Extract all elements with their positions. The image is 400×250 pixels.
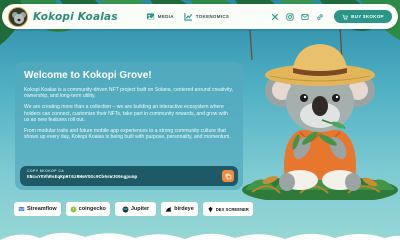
brand-name[interactable]: Kokopi Koalas: [33, 11, 118, 23]
intro-paragraph-3: From modular traits and future mobile ap…: [24, 128, 231, 141]
buy-button-label: BUY $KOKOP: [351, 14, 384, 19]
copy-button[interactable]: [222, 170, 234, 182]
partner-label: birdeye: [174, 206, 194, 212]
partner-jupiter[interactable]: Jupiter: [114, 202, 157, 216]
copy-icon: [225, 173, 231, 179]
dexscreener-icon: [208, 206, 213, 212]
welcome-card: Welcome to Kokopi Grove! Kokopi Koalas i…: [15, 62, 243, 190]
contract-address-value[interactable]: ENcwYGVhRsEqKpHt6zRHmVSGc9Cb6sWJG9ngpump: [27, 175, 231, 180]
instagram-icon[interactable]: [286, 12, 294, 21]
nav-label-media: MEDIA: [157, 14, 174, 19]
partner-label: coingecko: [78, 206, 106, 212]
koala-illustration: [242, 44, 398, 200]
coingecko-icon: [70, 205, 77, 213]
partner-dexscreener[interactable]: DEX SCREENER: [202, 202, 253, 216]
streamflow-icon: [18, 206, 25, 211]
page-title: Welcome to Kokopi Grove!: [24, 70, 152, 81]
jupiter-icon: [122, 205, 129, 213]
partner-coingecko[interactable]: coingecko: [65, 202, 110, 216]
nav-item-tokenomics[interactable]: TOKENOMICS: [184, 12, 229, 21]
buy-button[interactable]: BUY $KOKOP: [334, 10, 392, 23]
x-icon[interactable]: [271, 13, 279, 21]
partner-label: Jupiter: [130, 206, 150, 212]
contract-address-label: COPY $KOKOP CA: [27, 169, 65, 173]
bottom-clouds: [0, 232, 400, 250]
intro-paragraph-1: Kokopi Koalas is a community-driven NFT …: [24, 87, 234, 100]
contract-address-box[interactable]: COPY $KOKOP CA ENcwYGVhRsEqKpHt6zRHmVSGc…: [20, 166, 238, 186]
partner-birdeye[interactable]: birdeye: [161, 202, 198, 216]
header-bar: Kokopi Koalas MEDIA TOKENOMICS BUY $KOKO…: [2, 4, 398, 29]
cart-icon: [342, 14, 348, 20]
partner-label: Streamflow: [27, 206, 57, 212]
chart-icon: [184, 12, 192, 21]
partner-logos: Streamflow coingecko Jupiter birdeye DEX…: [14, 202, 253, 216]
partner-streamflow[interactable]: Streamflow: [14, 202, 61, 216]
brand-logo[interactable]: [8, 6, 28, 27]
email-icon[interactable]: [301, 13, 309, 21]
main-nav: MEDIA TOKENOMICS: [146, 12, 229, 21]
intro-paragraph-2: We are creating more than a collection –…: [24, 104, 228, 123]
nav-label-tokenomics: TOKENOMICS: [195, 14, 230, 19]
image-icon: [146, 13, 154, 20]
birdeye-icon: [165, 206, 172, 212]
social-links: [271, 12, 324, 21]
link-icon[interactable]: [316, 13, 324, 21]
partner-label: DEX SCREENER: [215, 206, 249, 212]
nav-item-media[interactable]: MEDIA: [146, 12, 174, 21]
